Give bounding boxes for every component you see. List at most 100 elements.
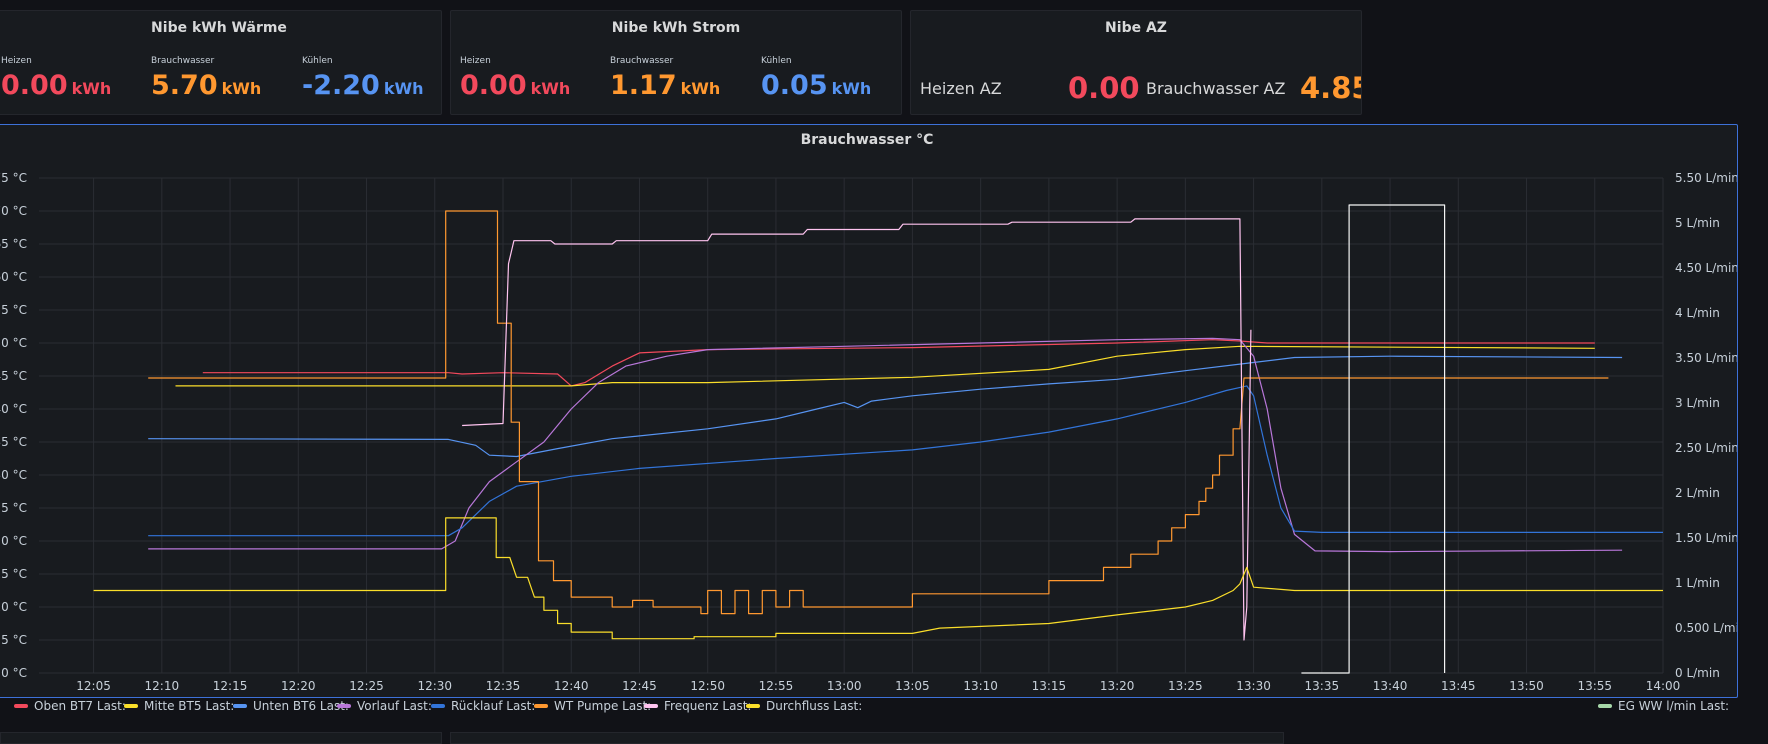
legend-item[interactable]: Durchfluss Last:: [746, 699, 862, 713]
stat-kuehlen: Kühlen 0.05 kWh: [761, 56, 871, 101]
legend-swatch: [431, 703, 445, 708]
legend-swatch: [746, 703, 760, 708]
y-left-tick-label: 75 °C: [0, 171, 27, 185]
legend-item[interactable]: Rücklauf Last:: [431, 699, 535, 713]
legend-swatch: [534, 703, 548, 708]
stat-unit: kWh: [680, 79, 721, 98]
y-left-tick-label: 30 °C: [0, 468, 27, 482]
stat-label: Brauchwasser: [610, 56, 674, 66]
legend-last-label: Last:: [1700, 699, 1730, 713]
stat-kuehlen: Kühlen -2.20 kWh: [302, 56, 424, 101]
y-left-tick-label: 45 °C: [0, 369, 27, 383]
az-value-brauchwasser: 4.85: [1300, 71, 1361, 105]
legend-swatch: [1598, 703, 1612, 708]
x-tick-label: 13:05: [895, 679, 930, 693]
y-left-tick-label: 15 °C: [0, 567, 27, 581]
legend-item[interactable]: Mitte BT5 Last:: [124, 699, 234, 713]
stat-value: 1.17 kWh: [610, 70, 720, 101]
y-left-tick-label: 25 °C: [0, 501, 27, 515]
y-right-tick-label: 1.50 L/min: [1675, 531, 1738, 545]
series-line-mitte-bt5: [175, 345, 1595, 387]
series-line-wt-pumpe: [148, 210, 1609, 615]
y-left-tick-label: 35 °C: [0, 435, 27, 449]
y-left-tick-label: 20 °C: [0, 534, 27, 548]
x-tick-label: 13:35: [1305, 679, 1340, 693]
legend-item[interactable]: Unten BT6 Last:: [233, 699, 349, 713]
panel-nibe-az[interactable]: Nibe AZ Heizen AZ 0.00 Brauchwasser AZ 4…: [910, 10, 1362, 115]
legend-last-label: Last:: [96, 699, 126, 713]
x-tick-label: 13:25: [1168, 679, 1203, 693]
az-label-brauchwasser: Brauchwasser AZ: [1146, 79, 1286, 98]
panel-nibe-kwh-waerme[interactable]: Nibe kWh Wärme Heizen 0.00 kWh Brauchwass…: [0, 10, 442, 115]
legend-swatch: [124, 703, 138, 708]
series-line-r-cklauf: [148, 385, 1663, 537]
y-right-tick-label: 3.50 L/min: [1675, 351, 1738, 365]
stat-value: 0.00 kWh: [460, 70, 570, 101]
stat-number: 5.70: [151, 70, 218, 101]
legend-item[interactable]: EG WW l/min Last:: [1598, 699, 1729, 713]
legend-item[interactable]: Frequenz Last:: [644, 699, 751, 713]
stat-heizen: Heizen 0.00 kWh: [1, 56, 111, 101]
az-label-heizen: Heizen AZ: [920, 79, 1002, 98]
timeseries-chart[interactable]: 0 °C 5 °C 10 °C 15 °C 20 °C 25 °C 30 °C 35 °C 40…: [0, 125, 1738, 698]
x-tick-label: 14:00: [1646, 679, 1681, 693]
legend-item[interactable]: WT Pumpe Last:: [534, 699, 651, 713]
y-left-tick-label: 60 °C: [0, 270, 27, 284]
x-tick-label: 12:45: [622, 679, 657, 693]
y-right-tick-label: 5.50 L/min: [1675, 171, 1738, 185]
x-tick-label: 13:00: [827, 679, 862, 693]
legend-item[interactable]: Vorlauf Last:: [337, 699, 432, 713]
legend-item[interactable]: Oben BT7 Last:: [14, 699, 126, 713]
az-value-heizen: 0.00: [1068, 71, 1140, 105]
x-tick-label: 12:20: [281, 679, 316, 693]
stat-unit: kWh: [383, 79, 424, 98]
x-tick-label: 13:55: [1577, 679, 1612, 693]
legend-last-label: Last:: [833, 699, 863, 713]
legend-swatch: [644, 703, 658, 708]
legend-label: Mitte BT5: [144, 699, 206, 713]
y-left-tick-label: 10 °C: [0, 600, 27, 614]
stat-value: 0.05 kWh: [761, 70, 871, 101]
series-line-eg-ww-l-min: [1301, 204, 1446, 674]
y-right-tick-label: 0.500 L/min: [1675, 621, 1738, 635]
panel-stub: [0, 732, 442, 744]
panel-brauchwasser-chart[interactable]: 0 °C 5 °C 10 °C 15 °C 20 °C 25 °C 30 °C 35 °C 40…: [0, 124, 1738, 698]
x-tick-label: 13:40: [1373, 679, 1408, 693]
stat-label: Kühlen: [302, 56, 333, 66]
x-tick-label: 12:30: [417, 679, 452, 693]
x-tick-label: 13:50: [1509, 679, 1544, 693]
x-tick-label: 12:50: [690, 679, 725, 693]
panel-stub: [450, 732, 1284, 744]
y-left-tick-label: 40 °C: [0, 402, 27, 416]
legend-label: Unten BT6: [253, 699, 320, 713]
x-tick-label: 12:10: [145, 679, 180, 693]
x-tick-label: 12:25: [349, 679, 384, 693]
chart-legend: Oben BT7 Last: Mitte BT5 Last: Unten BT6 L…: [0, 699, 1768, 715]
series-line-frequenz: [462, 218, 1252, 641]
legend-last-label: Last:: [506, 699, 536, 713]
stat-unit: kWh: [71, 79, 112, 98]
legend-label: Oben BT7: [34, 699, 97, 713]
y-left-tick-label: 50 °C: [0, 336, 27, 350]
x-tick-label: 12:40: [554, 679, 589, 693]
y-right-tick-label: 4.50 L/min: [1675, 261, 1738, 275]
x-tick-label: 13:20: [1100, 679, 1135, 693]
stat-number: 0.00: [460, 70, 527, 101]
panel-title: Nibe AZ: [1105, 20, 1167, 36]
y-left-tick-label: 0 °C: [1, 666, 27, 680]
y-left-tick-label: 5 °C: [1, 633, 27, 647]
stat-brauchwasser: Brauchwasser 1.17 kWh: [610, 56, 720, 101]
legend-label: Rücklauf: [451, 699, 507, 713]
stat-value: 5.70 kWh: [151, 70, 261, 101]
legend-last-label: Last:: [402, 699, 432, 713]
legend-label: EG WW l/min: [1618, 699, 1701, 713]
legend-label: Frequenz: [664, 699, 723, 713]
panel-nibe-kwh-strom[interactable]: Nibe kWh Strom Heizen 0.00 kWh Brauchwass…: [450, 10, 902, 115]
stat-label: Heizen: [1, 56, 32, 66]
y-left-tick-label: 55 °C: [0, 303, 27, 317]
series-line-unten-bt6: [148, 355, 1623, 458]
stat-label: Brauchwasser: [151, 56, 215, 66]
stat-number: -2.20: [302, 70, 380, 101]
stat-value: 0.00 kWh: [1, 70, 111, 101]
y-right-tick-label: 0 L/min: [1675, 666, 1720, 680]
